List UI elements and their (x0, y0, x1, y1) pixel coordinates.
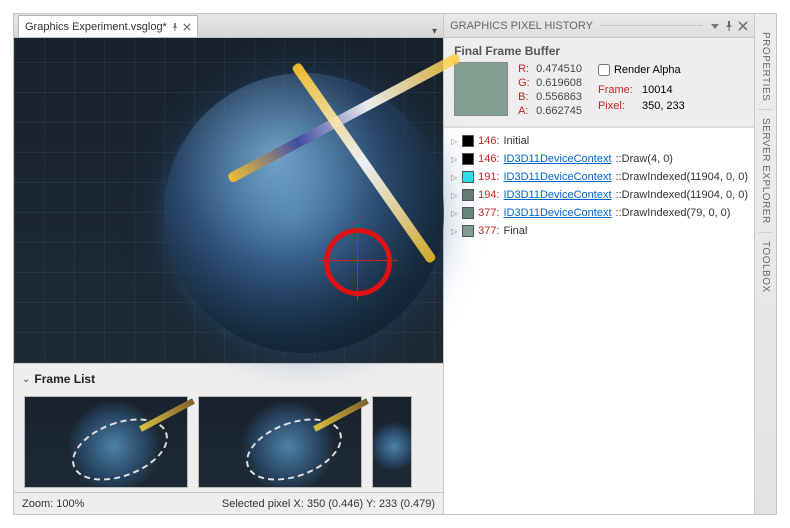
frame-id-value: 10014 (642, 84, 673, 96)
close-icon[interactable] (183, 23, 191, 31)
render-alpha-label: Render Alpha (614, 62, 681, 78)
document-tab[interactable]: Graphics Experiment.vsglog* (18, 15, 198, 37)
event-id: 194: (478, 189, 499, 201)
event-id: 377: (478, 207, 499, 219)
document-tab-title: Graphics Experiment.vsglog* (25, 21, 167, 33)
window-dropdown-icon[interactable] (710, 21, 720, 31)
close-icon[interactable] (738, 21, 748, 31)
frame-buffer-block: Final Frame Buffer R:0.474510 G:0.619608… (444, 38, 754, 127)
pixel-event-row[interactable]: ▷ 194: ID3D11DeviceContext::DrawIndexed(1… (444, 186, 754, 204)
frame-thumbnail[interactable] (24, 396, 188, 488)
expand-triangle-icon[interactable]: ▷ (450, 137, 458, 146)
status-bar: Zoom: 100% Selected pixel X: 350 (0.446)… (14, 492, 443, 514)
event-link[interactable]: ID3D11DeviceContext (504, 189, 612, 201)
frame-buffer-swatch (454, 62, 508, 116)
frame-buffer-label: Final Frame Buffer (454, 44, 744, 58)
event-color-swatch (462, 171, 474, 183)
event-id: 146: (478, 153, 499, 165)
side-tab-toolbox[interactable]: TOOLBOX (758, 232, 773, 301)
zoom-label: Zoom: 100% (22, 498, 84, 510)
event-color-swatch (462, 135, 474, 147)
event-color-swatch (462, 225, 474, 237)
pin-icon[interactable] (171, 23, 179, 31)
event-label: Final (504, 225, 528, 237)
event-color-swatch (462, 189, 474, 201)
graphics-log-pane: Graphics Experiment.vsglog* ▾ ⌄ Frame Li… (14, 14, 443, 514)
event-color-swatch (462, 207, 474, 219)
document-tab-strip: Graphics Experiment.vsglog* ▾ (14, 14, 443, 38)
frame-thumbnail[interactable] (198, 396, 362, 488)
event-method: ::DrawIndexed(11904, 0, 0) (616, 171, 748, 183)
pixel-event-row[interactable]: ▷ 191: ID3D11DeviceContext::DrawIndexed(1… (444, 168, 754, 186)
pixel-event-row[interactable]: ▷ 377: Final (444, 222, 754, 240)
frame-id-label: Frame: (598, 82, 642, 98)
event-link[interactable]: ID3D11DeviceContext (504, 171, 612, 183)
event-method: ::Draw(4, 0) (616, 153, 673, 165)
pixel-event-list: ▷146: Initial▷146: ID3D11DeviceContext::… (444, 127, 754, 514)
expand-triangle-icon[interactable]: ▷ (450, 173, 458, 182)
pin-icon[interactable] (724, 21, 734, 31)
frame-list-panel: ⌄ Frame List (14, 363, 443, 492)
pixel-selection-marker (324, 228, 392, 296)
tab-overflow-chevron[interactable]: ▾ (432, 26, 437, 37)
side-tab-strip: PROPERTIES SERVER EXPLORER TOOLBOX (754, 14, 776, 514)
event-link[interactable]: ID3D11DeviceContext (504, 153, 612, 165)
pixel-event-row[interactable]: ▷ 377: ID3D11DeviceContext::DrawIndexed(7… (444, 204, 754, 222)
panel-header: GRAPHICS PIXEL HISTORY (444, 14, 754, 38)
rgba-readout: R:0.474510 G:0.619608 B:0.556863 A:0.662… (518, 62, 582, 118)
frame-list-header[interactable]: ⌄ Frame List (22, 368, 435, 390)
event-link[interactable]: ID3D11DeviceContext (504, 207, 612, 219)
frame-thumbnails (22, 390, 435, 490)
event-color-swatch (462, 153, 474, 165)
event-method: ::DrawIndexed(79, 0, 0) (616, 207, 731, 219)
side-tab-properties[interactable]: PROPERTIES (758, 24, 773, 109)
render-alpha-input[interactable] (598, 64, 610, 76)
panel-title: GRAPHICS PIXEL HISTORY (450, 20, 593, 32)
pixel-coord-value: 350, 233 (642, 100, 685, 112)
pixel-event-row[interactable]: ▷ 146: Initial (444, 132, 754, 150)
event-label: Initial (504, 135, 530, 147)
pixel-history-panel: GRAPHICS PIXEL HISTORY Final Frame Buffe… (444, 14, 754, 514)
side-tab-server-explorer[interactable]: SERVER EXPLORER (758, 109, 773, 232)
right-pane: GRAPHICS PIXEL HISTORY Final Frame Buffe… (443, 14, 776, 514)
expand-triangle-icon[interactable]: ▷ (450, 209, 458, 218)
event-method: ::DrawIndexed(11904, 0, 0) (616, 189, 748, 201)
frame-list-title: Frame List (34, 372, 95, 386)
frame-viewport[interactable] (14, 38, 443, 363)
expand-triangle-icon[interactable]: ▷ (450, 191, 458, 200)
selected-pixel-label: Selected pixel X: 350 (0.446) Y: 233 (0.… (222, 498, 435, 510)
pixel-coord-label: Pixel: (598, 98, 642, 114)
render-alpha-checkbox[interactable]: Render Alpha (598, 62, 685, 78)
chevron-down-icon: ⌄ (22, 374, 30, 385)
frame-thumbnail[interactable] (372, 396, 412, 488)
event-id: 146: (478, 135, 499, 147)
event-id: 191: (478, 171, 499, 183)
expand-triangle-icon[interactable]: ▷ (450, 227, 458, 236)
event-id: 377: (478, 225, 499, 237)
pixel-event-row[interactable]: ▷ 146: ID3D11DeviceContext::Draw(4, 0) (444, 150, 754, 168)
expand-triangle-icon[interactable]: ▷ (450, 155, 458, 164)
